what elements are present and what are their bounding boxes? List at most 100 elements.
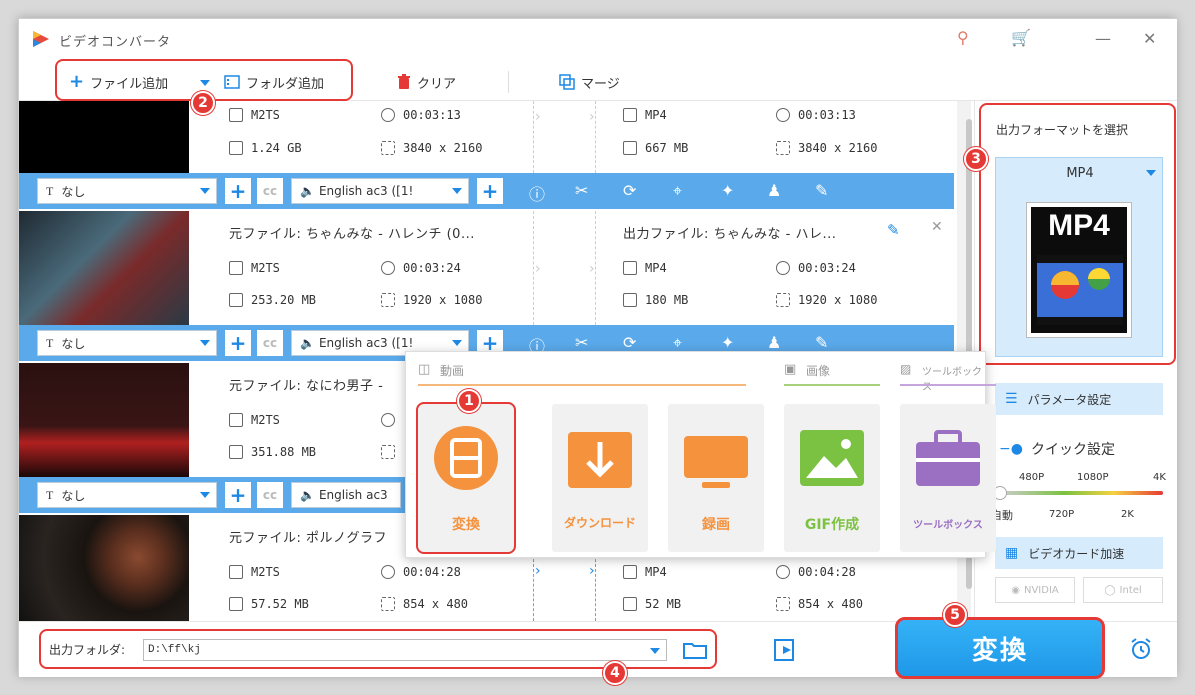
minimize-button[interactable]: —: [1095, 29, 1111, 48]
convert-button[interactable]: 変換: [895, 617, 1105, 679]
audio-track-select[interactable]: 🔈 English ac3: [291, 482, 401, 508]
text-icon: T: [46, 335, 54, 350]
title-bar: ビデオコンバータ ⚲ 🛒 — ✕: [19, 19, 1177, 61]
record-tile-label: 録画: [702, 517, 730, 533]
close-window-button[interactable]: ✕: [1143, 29, 1156, 48]
format-icon: [229, 413, 243, 427]
add-file-button[interactable]: + ファイル追加: [69, 71, 168, 93]
input-file-name: 元ファイル: ちゃんみな - ハレンチ (0...: [229, 227, 475, 242]
rotate-icon[interactable]: ⟳: [623, 333, 636, 352]
quick-settings-label: クイック設定: [1030, 442, 1115, 458]
output-preview-icon[interactable]: [774, 639, 798, 661]
crop-icon[interactable]: ⌖: [673, 181, 682, 201]
input-file-name: 元ファイル: ポルノグラフ: [229, 531, 388, 546]
subtitle-settings-button[interactable]: cc: [257, 482, 283, 508]
audio-value: English ac3 ([1!: [318, 336, 414, 350]
intel-badge: ◯ Intel: [1083, 577, 1163, 603]
badge-number: 1: [464, 393, 474, 409]
input-format: M2TS: [251, 565, 280, 579]
param-settings-label: パラメータ設定: [1027, 392, 1112, 407]
clock-icon: [776, 108, 790, 122]
video-thumbnail[interactable]: [19, 515, 189, 621]
audio-track-select[interactable]: 🔈 English ac3 ([1!: [291, 178, 469, 204]
format-selector[interactable]: MP4 MP4: [995, 157, 1163, 357]
toolbox-section-underline: [900, 384, 996, 386]
speaker-icon: 🔈: [300, 488, 315, 502]
video-thumbnail[interactable]: [19, 101, 189, 173]
open-folder-icon[interactable]: [683, 641, 707, 659]
merge-icon: [559, 74, 575, 90]
file-size-icon: [229, 597, 243, 611]
output-duration: 00:03:13: [798, 108, 856, 122]
add-subtitle-button[interactable]: +: [225, 178, 251, 204]
step-badge-2: 2: [191, 91, 215, 115]
key-icon[interactable]: ⚲: [957, 28, 969, 47]
scissors-icon[interactable]: ✂: [575, 181, 588, 200]
nvidia-badge: ◉ NVIDIA: [995, 577, 1075, 603]
row-separator: [595, 211, 596, 325]
rename-pencil-icon[interactable]: ✎: [887, 221, 900, 239]
output-resolution: 1920 x 1080: [798, 293, 878, 307]
download-tile[interactable]: ダウンロード: [552, 404, 648, 552]
output-size: 180 MB: [645, 293, 689, 307]
nvidia-eye-icon: ◉: [1011, 584, 1020, 596]
video-thumbnail[interactable]: [19, 363, 189, 477]
cart-icon[interactable]: 🛒: [1011, 28, 1031, 47]
subtitle-settings-button[interactable]: cc: [257, 330, 283, 356]
sliders-icon: ☰: [1005, 391, 1018, 407]
add-folder-button[interactable]: フォルダ追加: [224, 71, 324, 93]
speaker-icon: 🔈: [300, 184, 315, 198]
chip-icon: ▦: [1005, 545, 1019, 561]
info-icon[interactable]: ⓘ: [529, 181, 545, 205]
remove-file-icon[interactable]: ✕: [931, 219, 943, 235]
gpu-acceleration-button[interactable]: ▦ ビデオカード加速: [995, 537, 1163, 569]
add-file-dropdown-icon[interactable]: [200, 80, 210, 86]
chevron-down-icon[interactable]: [650, 648, 660, 654]
resolution-icon: [381, 597, 395, 611]
image-section-label: 画像: [806, 364, 831, 378]
scissors-icon[interactable]: ✂: [575, 333, 588, 352]
file-size-icon: [229, 445, 243, 459]
output-size: 52 MB: [645, 597, 682, 611]
subtitle-select[interactable]: T なし: [37, 330, 217, 356]
watermark-icon[interactable]: ♟: [767, 333, 781, 352]
video-thumbnail[interactable]: [19, 211, 189, 325]
effects-wand-icon[interactable]: ✦: [721, 333, 734, 352]
merge-button[interactable]: マージ: [559, 71, 620, 93]
quality-1080p-label: 1080P: [1077, 472, 1109, 483]
plus-icon: +: [69, 71, 85, 92]
subtitle-select[interactable]: T なし: [37, 482, 217, 508]
format-icon: [623, 108, 637, 122]
crop-icon[interactable]: ⌖: [673, 333, 682, 353]
gif-tile[interactable]: GIF作成: [784, 404, 880, 552]
input-format: M2TS: [251, 261, 280, 275]
format-icon: [623, 565, 637, 579]
add-subtitle-button[interactable]: +: [225, 330, 251, 356]
output-folder-input[interactable]: D:\ff\kj: [143, 639, 667, 661]
rotate-icon[interactable]: ⟳: [623, 181, 636, 200]
add-subtitle-button[interactable]: +: [225, 482, 251, 508]
edit-pen-icon[interactable]: ✎: [815, 333, 828, 352]
quality-slider-track[interactable]: [999, 491, 1163, 495]
resolution-icon: [776, 293, 790, 307]
nvidia-label: NVIDIA: [1023, 584, 1059, 596]
subtitle-settings-button[interactable]: cc: [257, 178, 283, 204]
chevron-right-icon: ›: [589, 261, 595, 277]
add-audio-button[interactable]: +: [477, 178, 503, 204]
format-name: MP4: [1066, 166, 1094, 181]
parameter-settings-button[interactable]: ☰ パラメータ設定: [995, 383, 1163, 415]
watermark-icon[interactable]: ♟: [767, 181, 781, 200]
chevron-right-icon: ›: [535, 563, 541, 579]
quality-720p-label: 720P: [1049, 509, 1075, 520]
output-format: MP4: [645, 108, 667, 122]
row-separator: [533, 211, 534, 325]
subtitle-select[interactable]: T なし: [37, 178, 217, 204]
clear-button[interactable]: クリア: [397, 71, 456, 93]
output-size: 667 MB: [645, 141, 689, 155]
toolbox-tile[interactable]: ツールボックス: [900, 404, 996, 552]
edit-pen-icon[interactable]: ✎: [815, 181, 828, 200]
alarm-clock-icon[interactable]: [1129, 637, 1153, 661]
effects-wand-icon[interactable]: ✦: [721, 181, 734, 200]
record-tile[interactable]: 録画: [668, 404, 764, 552]
video-section-icon: ◫: [418, 362, 431, 377]
